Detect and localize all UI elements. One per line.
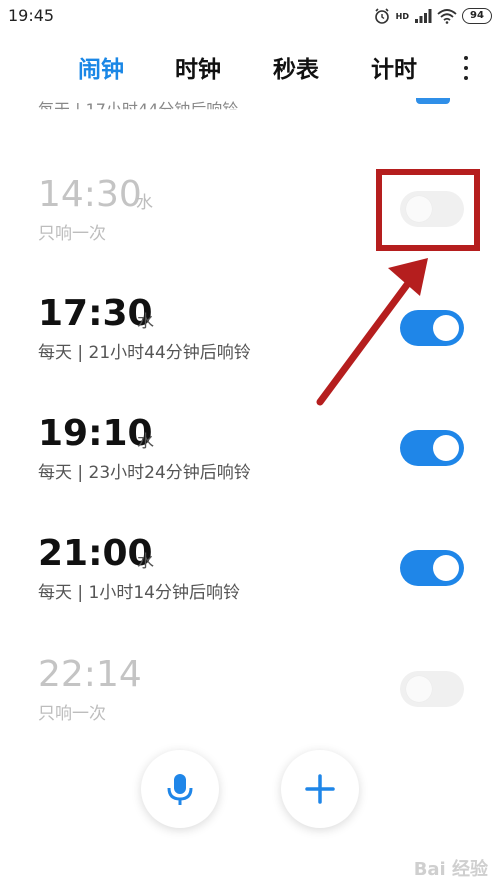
partial-alarm-toggle[interactable]	[416, 98, 450, 104]
alarm-day: 水	[137, 312, 154, 332]
alarm-time: 17:30	[38, 293, 153, 334]
tab-stopwatch[interactable]: 秒表	[273, 50, 319, 84]
tab-alarm[interactable]: 闹钟	[78, 50, 124, 84]
alarm-subtitle: 每天 | 1小时14分钟后响铃	[38, 583, 240, 603]
alarm-toggle[interactable]	[400, 430, 464, 466]
status-icons: HD 94	[373, 6, 492, 26]
alarm-day: 水	[136, 193, 153, 213]
voice-button[interactable]	[141, 750, 219, 828]
alarm-time: 14:30	[38, 174, 142, 215]
alarm-item[interactable]: 22:14 只响一次	[0, 655, 500, 765]
alarm-item[interactable]: 19:10 水 每天 | 23小时24分钟后响铃	[0, 414, 500, 524]
tab-clock[interactable]: 时钟	[175, 50, 221, 84]
alarm-toggle[interactable]	[400, 671, 464, 707]
cell-signal-icon	[415, 9, 432, 23]
watermark: Bai 经验	[413, 859, 488, 880]
alarm-toggle[interactable]	[400, 550, 464, 586]
microphone-icon	[167, 774, 193, 805]
alarm-day: 水	[137, 552, 154, 572]
alarm-item[interactable]: 21:00 水 每天 | 1小时14分钟后响铃	[0, 534, 500, 644]
tab-bar: 闹钟 时钟 秒表 计时	[0, 50, 500, 90]
tab-timer[interactable]: 计时	[371, 50, 417, 84]
alarm-time: 22:14	[38, 654, 142, 695]
add-alarm-button[interactable]	[281, 750, 359, 828]
alarm-subtitle: 每天 | 21小时44分钟后响铃	[38, 343, 251, 363]
annotation-highlight-box	[376, 169, 480, 251]
status-bar: 19:45 HD 94	[0, 0, 500, 32]
hd-label: HD	[395, 11, 409, 21]
partial-alarm-subtitle: 每天 | 17小时44分钟后响铃	[38, 100, 239, 119]
alarm-subtitle: 每天 | 23小时24分钟后响铃	[38, 463, 251, 483]
more-vertical-icon[interactable]	[460, 56, 472, 80]
alarm-toggle[interactable]	[400, 310, 464, 346]
alarm-subtitle: 只响一次	[38, 224, 106, 244]
status-time: 19:45	[8, 6, 55, 25]
plus-icon	[305, 774, 335, 804]
alarm-clock-icon	[374, 8, 389, 24]
alarm-item[interactable]: 17:30 水 每天 | 21小时44分钟后响铃	[0, 294, 500, 404]
alarm-subtitle: 只响一次	[38, 704, 106, 724]
battery-indicator: 94	[462, 8, 492, 24]
alarm-day: 水	[137, 432, 154, 452]
alarm-time: 21:00	[38, 533, 153, 574]
wifi-icon	[437, 9, 457, 24]
alarm-time: 19:10	[38, 413, 153, 454]
